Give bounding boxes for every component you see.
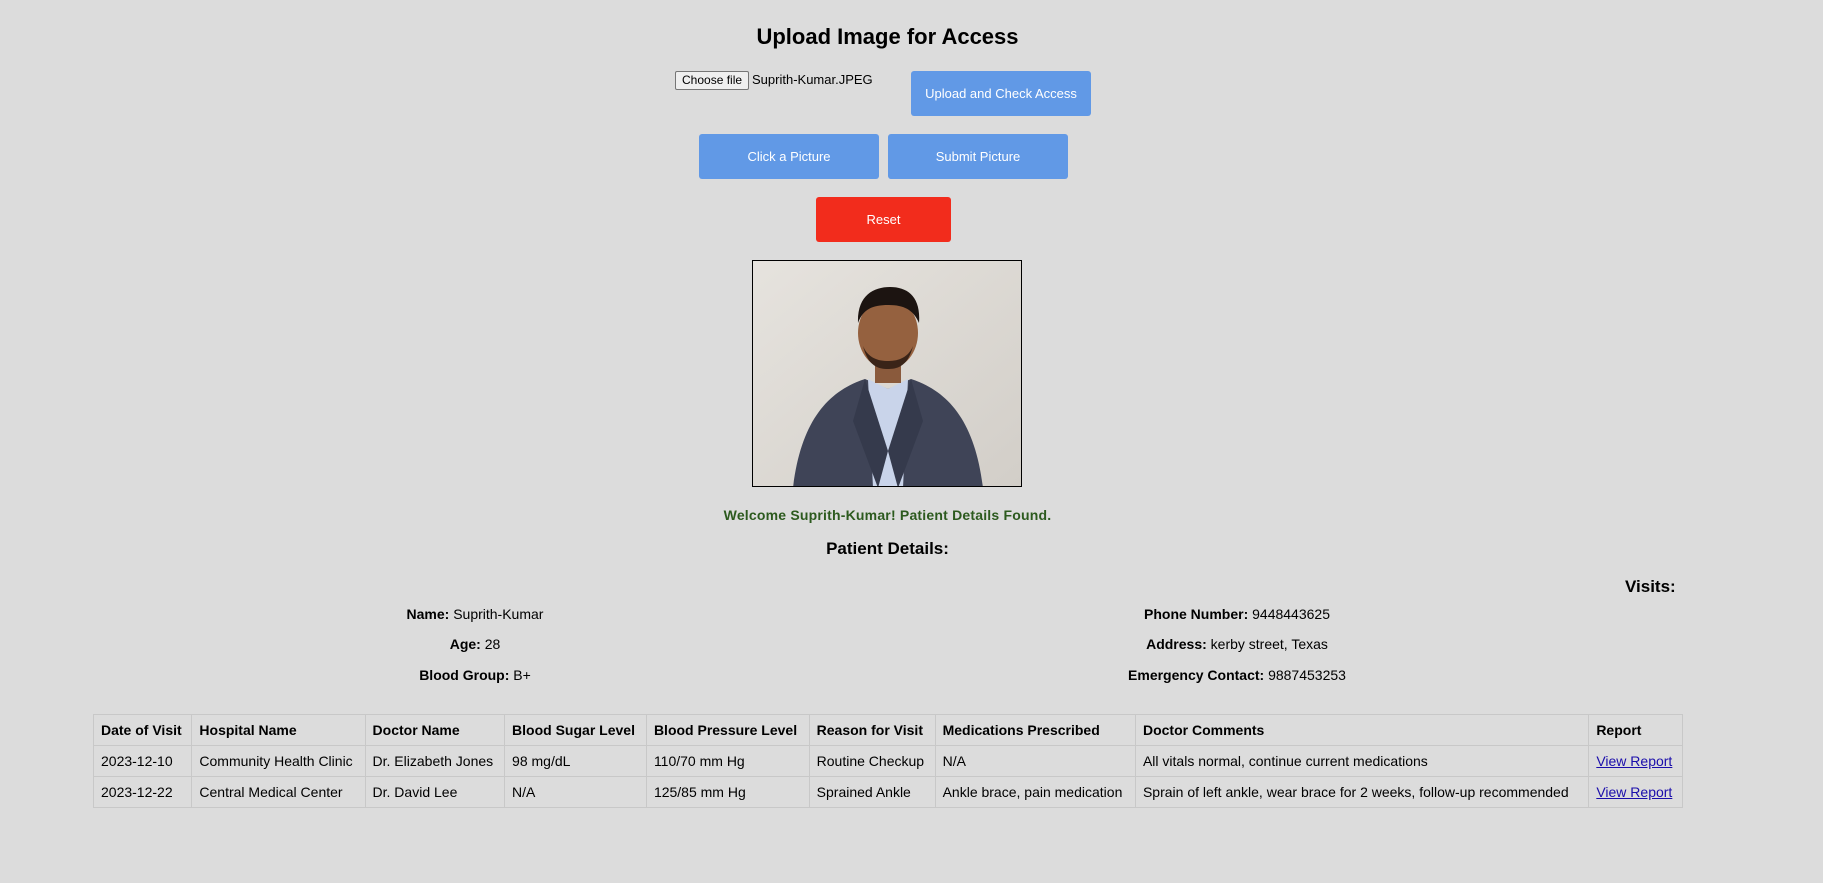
name-label: Name: xyxy=(406,606,450,622)
blood-label: Blood Group: xyxy=(419,667,510,683)
patient-photo xyxy=(752,260,1022,487)
blood-value: B+ xyxy=(513,667,531,683)
table-cell: 98 mg/dL xyxy=(504,745,647,777)
report-cell: View Report xyxy=(1588,745,1683,777)
table-cell: 110/70 mm Hg xyxy=(645,745,810,777)
reset-button[interactable]: Reset xyxy=(816,197,951,242)
patient-blood-group: Blood Group: B+ xyxy=(340,667,610,683)
view-report-link[interactable]: View Report xyxy=(1596,784,1672,800)
column-header: Blood Pressure Level xyxy=(645,714,810,746)
table-cell: 2023-12-22 xyxy=(92,776,193,808)
patient-address: Address: kerby street, Texas xyxy=(1052,636,1422,652)
selected-file-name: Suprith-Kumar.JPEG xyxy=(752,72,873,87)
report-cell: View Report xyxy=(1588,776,1683,808)
table-cell: N/A xyxy=(504,776,647,808)
table-cell: Community Health Clinic xyxy=(191,745,366,777)
table-row: 2023-12-10 Community Health Clinic Dr. E… xyxy=(92,745,1683,777)
column-header: Date of Visit xyxy=(92,714,193,746)
visits-table: Date of Visit Hospital Name Doctor Name … xyxy=(92,714,1683,808)
patient-emergency-contact: Emergency Contact: 9887453253 xyxy=(1052,667,1422,683)
table-header-row: Date of Visit Hospital Name Doctor Name … xyxy=(92,714,1683,746)
table-cell: All vitals normal, continue current medi… xyxy=(1134,745,1590,777)
column-header: Reason for Visit xyxy=(808,714,936,746)
table-cell: Dr. Elizabeth Jones xyxy=(364,745,506,777)
table-cell: Central Medical Center xyxy=(191,776,366,808)
table-row: 2023-12-22 Central Medical Center Dr. Da… xyxy=(92,776,1683,808)
emergency-value: 9887453253 xyxy=(1268,667,1346,683)
choose-file-button[interactable]: Choose file xyxy=(675,71,750,90)
patient-name: Name: Suprith-Kumar xyxy=(340,606,610,622)
table-cell: 2023-12-10 xyxy=(92,745,193,777)
table-cell: Sprained Ankle xyxy=(808,776,936,808)
visits-heading: Visits: xyxy=(1625,577,1676,596)
click-picture-button[interactable]: Click a Picture xyxy=(699,134,879,179)
upload-check-access-button[interactable]: Upload and Check Access xyxy=(911,71,1091,116)
address-label: Address: xyxy=(1146,636,1207,652)
name-value: Suprith-Kumar xyxy=(453,606,544,622)
column-header: Report xyxy=(1588,714,1683,746)
view-report-link[interactable]: View Report xyxy=(1596,753,1672,769)
phone-label: Phone Number: xyxy=(1144,606,1249,622)
column-header: Doctor Comments xyxy=(1134,714,1590,746)
welcome-message: Welcome Suprith-Kumar! Patient Details F… xyxy=(723,507,1052,523)
table-cell: Routine Checkup xyxy=(808,745,936,777)
page-title: Upload Image for Access xyxy=(756,24,1019,49)
table-cell: N/A xyxy=(934,745,1136,777)
age-value: 28 xyxy=(484,636,501,652)
column-header: Blood Sugar Level xyxy=(504,714,647,746)
submit-picture-button[interactable]: Submit Picture xyxy=(888,134,1068,179)
table-cell: 125/85 mm Hg xyxy=(645,776,810,808)
patient-age: Age: 28 xyxy=(340,636,610,652)
emergency-label: Emergency Contact: xyxy=(1128,667,1265,683)
table-cell: Sprain of left ankle, wear brace for 2 w… xyxy=(1134,776,1590,808)
patient-phone: Phone Number: 9448443625 xyxy=(1052,606,1422,622)
column-header: Hospital Name xyxy=(191,714,366,746)
phone-value: 9448443625 xyxy=(1252,606,1330,622)
age-label: Age: xyxy=(449,636,481,652)
table-cell: Dr. David Lee xyxy=(364,776,506,808)
patient-details-heading: Patient Details: xyxy=(826,539,949,558)
column-header: Doctor Name xyxy=(364,714,506,746)
table-cell: Ankle brace, pain medication xyxy=(934,776,1136,808)
column-header: Medications Prescribed xyxy=(934,714,1136,746)
address-value: kerby street, Texas xyxy=(1210,636,1328,652)
